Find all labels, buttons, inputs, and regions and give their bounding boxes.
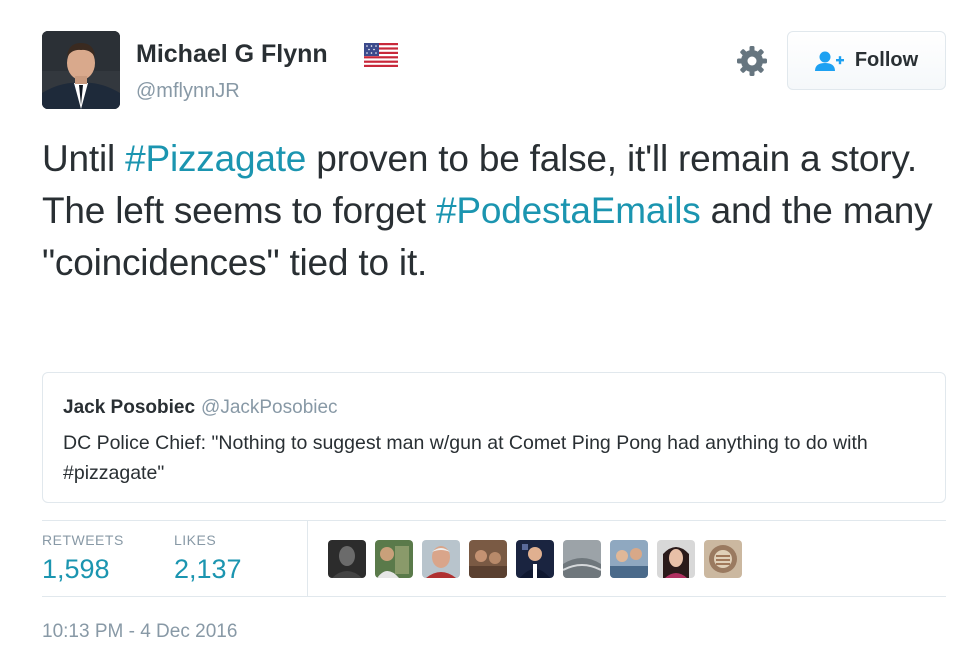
retweets-stat[interactable]: RETWEETS 1,598 xyxy=(42,532,124,585)
quoted-tweet-text: DC Police Chief: "Nothing to suggest man… xyxy=(63,432,868,484)
author-display-name[interactable]: Michael G Flynn xyxy=(136,40,328,69)
tweet-text-segment: Until xyxy=(42,138,126,179)
retweets-count: 1,598 xyxy=(42,554,110,584)
quoted-tweet-header: Jack Posobiec @JackPosobiec xyxy=(63,397,338,419)
tweet-text: Until #Pizzagate proven to be false, it'… xyxy=(42,133,942,289)
profile-photo xyxy=(42,31,120,109)
liker-avatars xyxy=(328,540,742,578)
us-flag-icon xyxy=(364,43,398,67)
liker-avatar-2[interactable] xyxy=(375,540,413,578)
quoted-author-name: Jack Posobiec xyxy=(63,397,196,418)
follow-button[interactable]: Follow xyxy=(787,31,946,90)
stats-separator xyxy=(307,521,308,596)
likes-label: LIKES xyxy=(174,532,217,548)
gear-icon[interactable] xyxy=(735,44,769,78)
author-handle[interactable]: @mflynnJR xyxy=(136,80,240,103)
add-user-icon xyxy=(814,51,844,71)
tweet-timestamp[interactable]: 10:13 PM - 4 Dec 2016 xyxy=(42,621,237,643)
author-avatar[interactable] xyxy=(42,31,120,109)
hashtag-link-podestaemails[interactable]: #PodestaEmails xyxy=(436,190,701,231)
liker-avatar-5[interactable] xyxy=(516,540,554,578)
divider-bottom xyxy=(42,596,946,597)
likes-stat[interactable]: LIKES 2,137 xyxy=(174,532,242,585)
liker-avatar-7[interactable] xyxy=(610,540,648,578)
liker-avatar-6[interactable] xyxy=(563,540,601,578)
liker-avatar-3[interactable] xyxy=(422,540,460,578)
quoted-author-handle: @JackPosobiec xyxy=(201,397,338,418)
quoted-tweet-card[interactable]: Jack Posobiec @JackPosobiec DC Police Chi… xyxy=(42,372,946,503)
liker-avatar-9[interactable] xyxy=(704,540,742,578)
follow-button-label: Follow xyxy=(854,49,919,71)
liker-avatar-8[interactable] xyxy=(657,540,695,578)
likes-count: 2,137 xyxy=(174,554,242,584)
divider-top xyxy=(42,520,946,521)
liker-avatar-1[interactable] xyxy=(328,540,366,578)
liker-avatar-4[interactable] xyxy=(469,540,507,578)
hashtag-link-pizzagate[interactable]: #Pizzagate xyxy=(125,138,306,179)
retweets-label: RETWEETS xyxy=(42,532,124,548)
